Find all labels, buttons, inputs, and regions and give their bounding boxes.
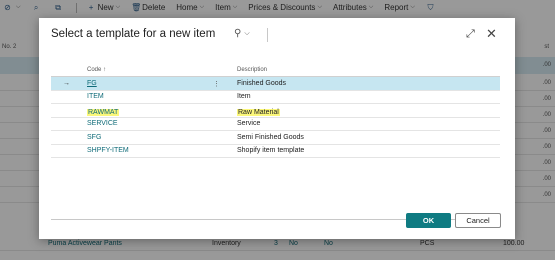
template-code[interactable]: SERVICE xyxy=(87,120,118,127)
list-item[interactable]: RAWMAT Raw Material xyxy=(51,104,500,118)
dialog-title: Select a template for a new item xyxy=(51,28,216,40)
row-arrow-icon: → xyxy=(63,79,70,87)
search-icon: ⚲ xyxy=(234,28,242,39)
divider xyxy=(267,28,268,42)
column-header-code[interactable]: Code ↑ xyxy=(87,67,106,73)
template-list: Code ↑ Description → FG ⋮ Finished Goods… xyxy=(51,65,500,158)
template-dialog: Select a template for a new item ⚲ ⌵ ⤢ ✕… xyxy=(39,18,515,239)
highlighted-text: RAWMAT xyxy=(87,109,120,116)
template-description: Service xyxy=(237,120,261,127)
template-description: Shopify item template xyxy=(237,147,305,154)
search-button[interactable]: ⚲ ⌵ xyxy=(234,28,250,39)
list-item[interactable]: SHPFY-ITEM Shopify item template xyxy=(51,145,500,158)
more-options-icon[interactable]: ⋮ xyxy=(213,80,220,88)
template-description: Semi Finished Goods xyxy=(237,133,304,141)
close-icon[interactable]: ✕ xyxy=(486,26,497,42)
list-header: Code ↑ Description xyxy=(51,65,500,77)
list-item[interactable]: ITEM Item xyxy=(51,91,500,104)
cancel-button[interactable]: Cancel xyxy=(455,213,501,228)
template-description: Item xyxy=(237,93,251,100)
template-description: Finished Goods xyxy=(237,79,287,87)
highlighted-text: Raw Material xyxy=(237,109,280,116)
list-item[interactable]: SERVICE Service xyxy=(51,118,500,131)
expand-icon[interactable]: ⤢ xyxy=(466,28,475,41)
template-code[interactable]: ITEM xyxy=(87,93,104,100)
template-code[interactable]: SFG xyxy=(87,134,101,141)
ok-button[interactable]: OK xyxy=(406,213,451,228)
list-item[interactable]: → FG ⋮ Finished Goods xyxy=(51,77,500,91)
template-code[interactable]: SHPFY-ITEM xyxy=(87,147,129,154)
template-code[interactable]: FG xyxy=(87,80,97,87)
column-header-description[interactable]: Description xyxy=(237,67,267,73)
chevron-down-icon: ⌵ xyxy=(244,29,250,37)
list-item[interactable]: SFG Semi Finished Goods xyxy=(51,131,500,145)
